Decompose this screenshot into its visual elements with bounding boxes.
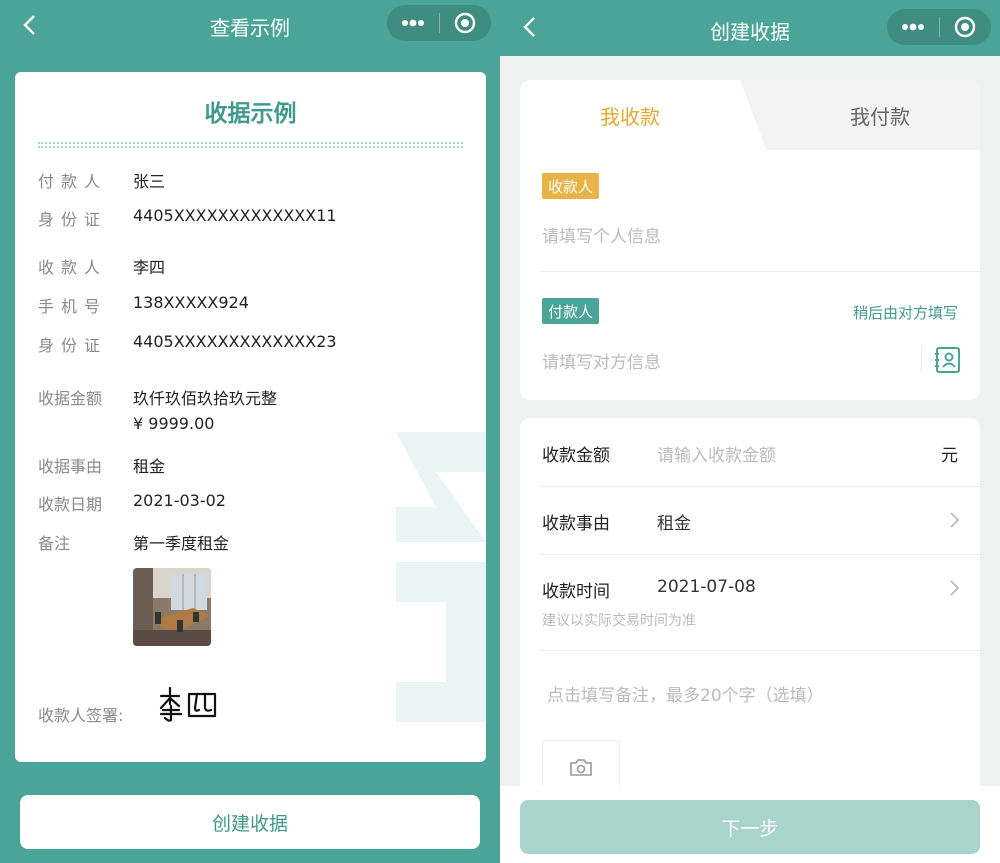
row-label: 手机号 — [38, 297, 108, 316]
row-value: 4405XXXXXXXXXXXXX11 — [133, 206, 337, 225]
time-hint: 建议以实际交易时间为准 — [542, 613, 696, 629]
attachment-photo[interactable] — [133, 568, 211, 646]
row-value: 第一季度租金 — [133, 534, 230, 553]
detail-row: ¥ 9999.00 — [38, 414, 214, 433]
divider — [540, 486, 980, 487]
detail-row: 备注 第一季度租金 — [38, 530, 229, 554]
signature-label: 收款人签署: — [38, 706, 124, 725]
detail-row: 付款人 张三 — [38, 168, 165, 192]
row-value: 玖仟玖佰玖拾玖元整 — [133, 389, 278, 408]
tab-i-pay[interactable]: 我付款 — [740, 80, 980, 150]
more-dots-icon — [901, 23, 924, 31]
create-receipt-panel: 创建收据 我付款 我收款 收款人 请填写个人信息 付款人 稍后由对方填写 请填写… — [500, 0, 1000, 863]
row-label: 付款人 — [38, 172, 108, 191]
divider — [540, 554, 980, 555]
direction-tabs: 我付款 我收款 — [520, 80, 980, 150]
detail-row: 收据金额 玖仟玖佰玖拾玖元整 — [38, 385, 277, 409]
input-divider — [921, 346, 922, 372]
time-label: 收款时间 — [542, 582, 610, 602]
bottom-bar: 下一步 — [500, 786, 1000, 863]
note-input[interactable]: 点击填写备注，最多20个字（选填） — [547, 681, 824, 706]
reason-value[interactable]: 租金 — [657, 509, 691, 534]
create-navbar: 创建收据 — [500, 0, 1000, 56]
parties-card: 我付款 我收款 收款人 请填写个人信息 付款人 稍后由对方填写 请填写对方信息 — [520, 80, 980, 400]
close-miniprogram-button[interactable] — [439, 5, 491, 41]
row-label: 收款日期 — [38, 495, 103, 514]
detail-row: 收据事由 租金 — [38, 453, 165, 477]
receipt-form-card: 收款金额 请输入收款金额 元 收款事由 租金 收款时间 2021-07-08 建… — [520, 418, 980, 818]
create-receipt-button[interactable]: 创建收据 — [20, 795, 480, 849]
divider — [540, 271, 980, 272]
time-value[interactable]: 2021-07-08 — [657, 577, 756, 597]
detail-row: 手机号 138XXXXX924 — [38, 293, 249, 317]
room-photo-image — [133, 568, 211, 646]
example-panel: 查看示例 收据示例 付款人 张三 身份证 4405XXXXXXXXXXXXX11 收… — [0, 0, 500, 863]
row-label — [38, 414, 133, 433]
reason-label: 收款事由 — [542, 514, 610, 534]
chevron-right-icon[interactable] — [948, 579, 960, 597]
payer-input[interactable]: 请填写对方信息 — [542, 348, 661, 373]
amount-unit: 元 — [941, 446, 958, 466]
receipt-example-card: 收据示例 付款人 张三 身份证 4405XXXXXXXXXXXXX11 收款人 李四 … — [15, 72, 486, 762]
row-label: 收据金额 — [38, 389, 103, 408]
contact-card-icon[interactable] — [934, 346, 962, 374]
more-dots-icon — [401, 19, 424, 27]
camera-icon — [570, 759, 592, 776]
more-button[interactable] — [887, 9, 939, 45]
capsule-menu — [387, 5, 491, 41]
row-label: 收据事由 — [38, 457, 103, 476]
more-button[interactable] — [387, 5, 439, 41]
next-step-button[interactable]: 下一步 — [520, 800, 980, 854]
payee-input[interactable]: 请填写个人信息 — [542, 222, 661, 247]
row-label: 收款人 — [38, 258, 108, 277]
signature-image — [159, 686, 217, 722]
amount-label: 收款金额 — [542, 446, 610, 466]
row-value: ¥ 9999.00 — [133, 414, 215, 433]
detail-row: 收款人 李四 — [38, 254, 165, 278]
detail-row: 收款日期 2021-03-02 — [38, 491, 226, 515]
row-value: 李四 — [133, 258, 166, 277]
chevron-right-icon[interactable] — [948, 511, 960, 529]
row-label: 备注 — [38, 534, 71, 553]
row-label: 身份证 — [38, 210, 108, 229]
amount-input[interactable]: 请输入收款金额 — [657, 441, 776, 466]
close-miniprogram-button[interactable] — [939, 9, 991, 45]
row-value: 138XXXXX924 — [133, 293, 249, 312]
watermark-logo — [396, 432, 486, 722]
target-icon — [955, 16, 976, 38]
row-value: 租金 — [133, 457, 166, 476]
detail-row: 身份证 4405XXXXXXXXXXXXX23 — [38, 332, 337, 356]
row-value: 张三 — [133, 172, 166, 191]
row-value: 2021-03-02 — [133, 491, 226, 510]
detail-row: 身份证 4405XXXXXXXXXXXXX11 — [38, 206, 337, 230]
row-label: 身份证 — [38, 336, 108, 355]
payee-badge: 收款人 — [542, 173, 600, 199]
row-value: 4405XXXXXXXXXXXXX23 — [133, 332, 337, 351]
card-title: 收据示例 — [204, 101, 297, 127]
fill-later-link[interactable]: 稍后由对方填写 — [853, 302, 958, 323]
capsule-menu — [887, 9, 991, 45]
dotted-divider — [38, 142, 463, 148]
payer-badge: 付款人 — [542, 298, 600, 324]
tab-i-receive[interactable]: 我收款 — [520, 80, 760, 150]
divider — [540, 650, 980, 651]
example-navbar: 查看示例 — [0, 0, 500, 52]
target-icon — [455, 12, 476, 34]
